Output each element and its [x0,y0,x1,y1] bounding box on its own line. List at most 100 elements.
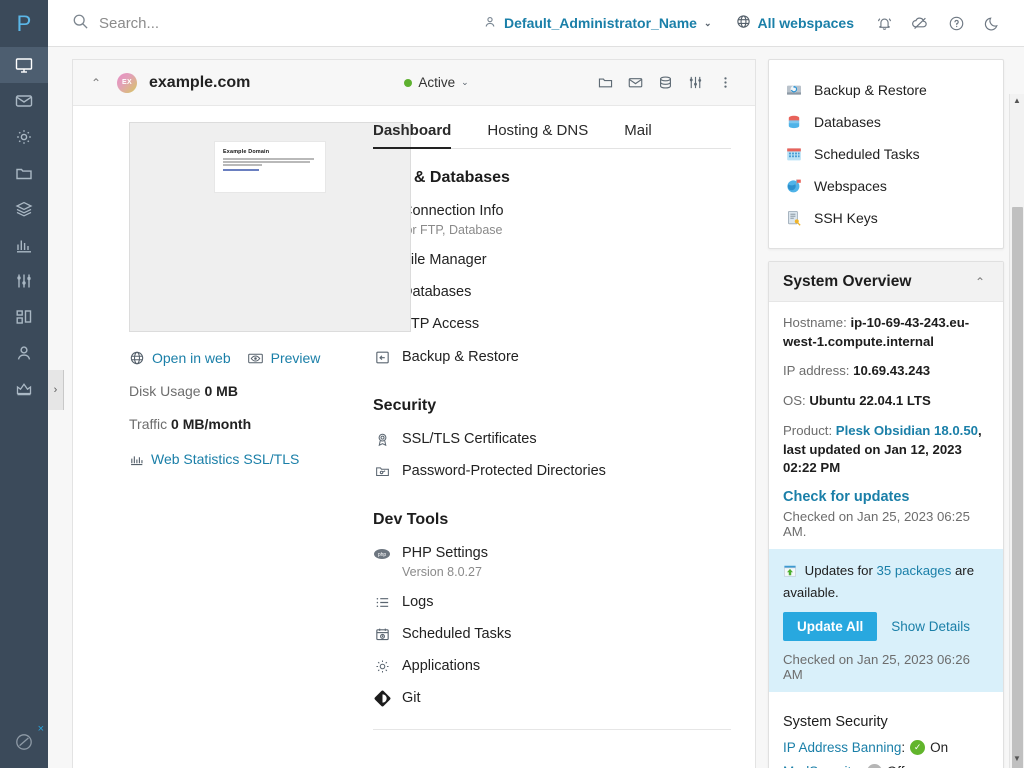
preview-links: Open in web Preview [129,350,373,366]
domain-status-badge[interactable]: Active ⌄ [404,75,468,90]
updates-actions: Update All Show Details [783,612,989,641]
thumbnail-text-line [223,161,310,163]
menu-item-scheduled-tasks[interactable]: Scheduled Tasks [373,618,731,650]
sidebar-collapse-handle[interactable]: › [48,370,64,410]
databases-icon[interactable] [651,69,679,97]
dark-mode-moon-icon[interactable] [974,5,1010,41]
quick-link-label: Backup & Restore [814,82,927,98]
settings-sliders-icon[interactable] [681,69,709,97]
section-divider [373,729,731,730]
tab-hosting-dns[interactable]: Hosting & DNS [487,122,602,148]
menu-item-label: Applications [402,657,480,675]
thumbnail-title: Example Domain [223,149,317,155]
quick-link-databases[interactable]: Databases [769,106,1003,138]
update-arrow-icon [783,564,797,583]
websites-domains-icon [14,55,34,75]
main-column: Default_Administrator_Name ⌄ All webspac… [48,0,1024,768]
chevron-up-icon[interactable]: ⌃ [975,275,989,289]
site-thumbnail[interactable]: Example Domain [129,122,411,332]
menu-item-backup-restore[interactable]: Backup & Restore [373,341,731,373]
modsecurity-link[interactable]: ModSecurity [783,764,858,768]
show-details-link[interactable]: Show Details [891,619,970,634]
preview-link[interactable]: Preview [247,350,321,366]
thumbnail-page-content: Example Domain [214,141,326,193]
menu-item-applications[interactable]: Applications [373,650,731,682]
security-row-ip-banning: IP Address Banning: ✓ On [783,740,989,755]
sidebar-item-databases[interactable] [0,191,48,227]
sidebar-item-websites-domains[interactable] [0,47,48,83]
no-entry-icon [13,740,35,756]
menu-item-sublabel: Version 8.0.27 [402,565,488,579]
updates-available-box: Updates for 35 packages are available. U… [769,549,1003,692]
tab-dashboard[interactable]: Dashboard [373,122,465,148]
close-badge-icon[interactable]: × [38,724,44,735]
product-version-link[interactable]: Plesk Obsidian 18.0.50 [836,423,978,438]
scroll-down-arrow-icon[interactable]: ▼ [1013,754,1021,763]
file-manager-icon[interactable] [591,69,619,97]
sidebar-item-statistics[interactable] [0,227,48,263]
cloud-slash-icon[interactable] [902,5,938,41]
menu-item-file-manager[interactable]: File Manager [373,244,731,276]
page-scrollbar[interactable]: ▲ ▼ [1009,94,1024,768]
plesk-logo[interactable]: P [0,0,48,47]
quick-link-label: SSH Keys [814,210,878,226]
sidebar-item-mail[interactable] [0,83,48,119]
menu-item-password-protected-directories[interactable]: Password-Protected Directories [373,455,731,487]
sidebar-item-extensions[interactable] [0,299,48,335]
tab-mail[interactable]: Mail [624,122,666,148]
help-question-icon[interactable] [938,5,974,41]
menu-item-label: Password-Protected Directories [402,462,606,480]
packages-count-link[interactable]: 35 packages [877,563,952,578]
status-off-icon: ✕ [867,764,882,768]
scroll-up-arrow-icon[interactable]: ▲ [1013,96,1021,105]
sidebar-item-users[interactable] [0,335,48,371]
menu-item-logs[interactable]: Logs [373,586,731,618]
php-icon: php [373,545,391,563]
users-person-icon [14,343,34,363]
content-region: ⌃ EX example.com Active ⌄ [48,47,1024,768]
disk-usage-row: Disk Usage 0 MB [129,383,373,399]
disk-usage-label: Disk Usage [129,383,201,399]
menu-item-git[interactable]: Git [373,682,731,714]
ip-address-banning-link[interactable]: IP Address Banning [783,740,901,755]
chevron-up-icon[interactable]: ⌃ [91,76,105,90]
menu-item-label: PHP Settings [402,545,488,561]
quick-link-label: Databases [814,114,881,130]
update-all-button[interactable]: Update All [783,612,877,641]
more-options-icon[interactable] [711,69,739,97]
domain-name[interactable]: example.com [149,74,250,92]
thumbnail-text-line [223,164,262,166]
search-input[interactable] [99,15,399,32]
chevron-down-icon: ⌄ [704,18,712,29]
sidebar-item-account[interactable] [0,371,48,407]
mail-icon[interactable] [621,69,649,97]
menu-item-databases[interactable]: Databases [373,276,731,308]
web-statistics-link[interactable]: Web Statistics SSL/TLS [129,451,373,467]
extensions-grid-icon [14,307,34,327]
check-for-updates-link[interactable]: Check for updates [783,489,989,505]
quick-link-scheduled-tasks[interactable]: Scheduled Tasks [769,138,1003,170]
quick-link-ssh-keys[interactable]: SSH Keys [769,202,1003,234]
menu-item-ssl-tls-certificates[interactable]: SSL/TLS Certificates [373,423,731,455]
rail-bottom-status[interactable]: × [0,731,48,756]
open-in-web-link[interactable]: Open in web [129,350,231,366]
user-menu-button[interactable]: Default_Administrator_Name ⌄ [471,15,723,32]
sidebar-item-tools[interactable] [0,263,48,299]
webspaces-selector-button[interactable]: All webspaces [724,14,867,32]
notifications-bell-icon[interactable] [866,5,902,41]
menu-item-connection-info[interactable]: Connection Info for FTP, Database [373,195,731,244]
quick-link-label: Webspaces [814,178,887,194]
sidebar-item-settings[interactable] [0,119,48,155]
scrollbar-thumb[interactable] [1012,207,1023,768]
quick-link-webspaces[interactable]: Webspaces [769,170,1003,202]
account-crown-icon [14,379,34,399]
security-row-modsecurity: ModSecurity: ✕ Off [783,764,989,768]
menu-item-php-settings[interactable]: php PHP Settings Version 8.0.27 [373,537,731,586]
databases-color-icon [785,113,803,131]
statistics-bar-icon [14,235,34,255]
menu-item-ftp-access[interactable]: FTP Access [373,308,731,340]
quick-link-backup-restore[interactable]: Backup & Restore [769,74,1003,106]
sidebar-item-files[interactable] [0,155,48,191]
ip-value: 10.69.43.243 [853,363,930,378]
dashboard-tabs-column: Dashboard Hosting & DNS Mail Files & Dat… [373,122,755,768]
